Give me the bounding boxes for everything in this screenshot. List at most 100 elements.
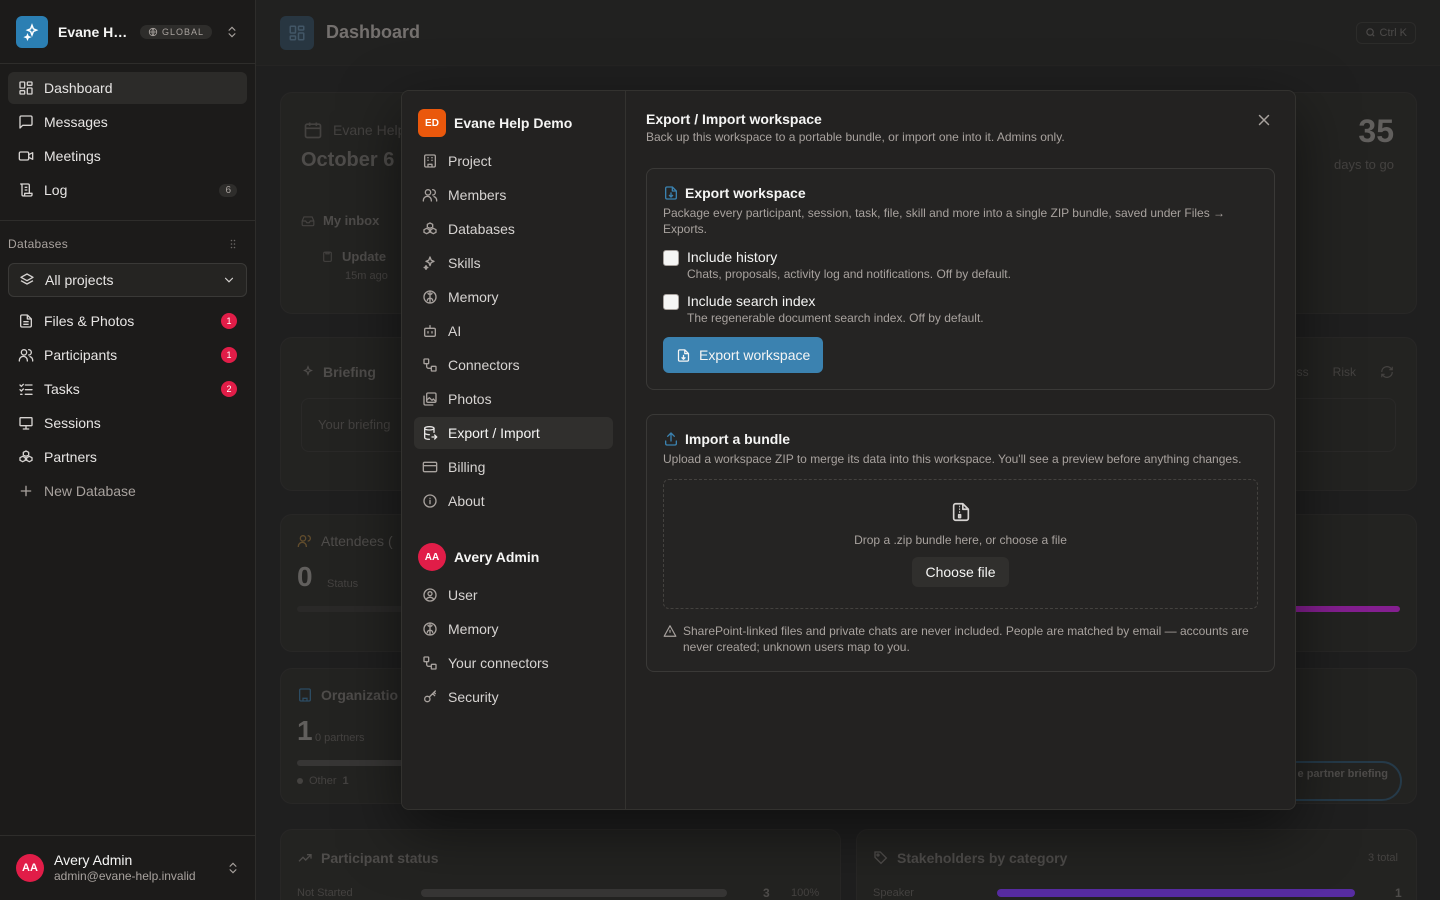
export-workspace-button[interactable]: Export workspace xyxy=(663,337,824,373)
bot-icon xyxy=(424,325,436,337)
layout-grid-icon xyxy=(19,81,33,95)
info-icon xyxy=(423,494,437,508)
brain-icon xyxy=(423,290,437,304)
workspace-switcher[interactable]: Evane Help Demo GLOBAL xyxy=(0,0,255,64)
settings-item-project[interactable]: Project xyxy=(414,145,613,177)
settings-item-photos[interactable]: Photos xyxy=(414,383,613,415)
settings-item-user-memory[interactable]: Memory xyxy=(414,613,613,645)
scroll-icon xyxy=(20,183,33,197)
choose-file-button[interactable]: Choose file xyxy=(912,557,1009,587)
db-item-partners[interactable]: Partners xyxy=(8,441,247,473)
import-description: Upload a workspace ZIP to merge its data… xyxy=(663,452,1242,466)
globe-icon xyxy=(148,27,158,36)
nav-label: Log xyxy=(44,182,68,198)
nav-item-dashboard[interactable]: Dashboard xyxy=(8,72,247,104)
settings-item-ai[interactable]: AI xyxy=(414,315,613,347)
project-select[interactable]: All projects xyxy=(8,263,247,297)
settings-item-your-connectors[interactable]: Your connectors xyxy=(414,647,613,679)
main-nav: Dashboard Messages Meetings Log 6 xyxy=(0,64,255,216)
db-item-sessions[interactable]: Sessions xyxy=(8,407,247,439)
warning-icon xyxy=(663,625,677,637)
workflow-icon xyxy=(423,656,437,670)
nav-item-log[interactable]: Log 6 xyxy=(8,174,247,206)
nav-item-meetings[interactable]: Meetings xyxy=(8,140,247,172)
video-icon xyxy=(18,151,34,161)
db-item-tasks[interactable]: Tasks 2 xyxy=(8,373,247,405)
db-item-participants[interactable]: Participants 1 xyxy=(8,339,247,371)
settings-item-about[interactable]: About xyxy=(414,485,613,517)
user-name: Avery Admin xyxy=(54,852,133,869)
new-database-button[interactable]: New Database xyxy=(8,475,247,507)
key-icon xyxy=(424,690,436,703)
nav-item-messages[interactable]: Messages xyxy=(8,106,247,138)
project-select-value: All projects xyxy=(45,272,114,288)
include-history-label[interactable]: Include history xyxy=(687,249,1011,265)
databases-section-label: Databases xyxy=(0,225,255,259)
layers-icon xyxy=(20,273,34,285)
settings-item-connectors[interactable]: Connectors xyxy=(414,349,613,381)
workspace-logo-icon xyxy=(16,15,48,48)
credit-card-icon xyxy=(422,461,438,473)
export-title: Export workspace xyxy=(663,185,1258,201)
include-search-index-option: Include search index The regenerable doc… xyxy=(663,293,1258,325)
settings-item-members[interactable]: Members xyxy=(414,179,613,211)
include-history-checkbox[interactable] xyxy=(663,250,679,266)
dialog-title: Export / Import workspace xyxy=(646,111,822,127)
import-note: SharePoint-linked files and private chat… xyxy=(663,623,1258,655)
global-badge: GLOBAL xyxy=(140,24,213,39)
images-icon xyxy=(423,392,437,406)
db-item-label: Partners xyxy=(44,449,97,465)
db-item-label: Tasks xyxy=(44,381,80,397)
user-info: Avery Admin admin@evane-help.invalid xyxy=(54,851,196,885)
settings-modal: ED Evane Help Demo Project Members Datab… xyxy=(401,90,1296,810)
brain-icon xyxy=(423,622,437,636)
boxes-icon xyxy=(19,450,33,463)
nav-label: Messages xyxy=(44,114,108,130)
file-export-icon xyxy=(665,186,677,200)
include-search-index-checkbox[interactable] xyxy=(663,294,679,310)
database-export-icon xyxy=(424,426,438,440)
chevrons-up-down-icon xyxy=(229,862,237,874)
file-dropzone[interactable]: Drop a .zip bundle here, or choose a fil… xyxy=(663,479,1258,609)
boxes-icon xyxy=(423,222,437,235)
settings-nav: ED Evane Help Demo Project Members Datab… xyxy=(402,91,626,809)
database-nav: Files & Photos 1 Participants 1 Tasks 2 … xyxy=(0,305,255,517)
building-icon xyxy=(424,154,436,168)
sidebar: Evane Help Demo GLOBAL Dashboard Message… xyxy=(0,0,256,900)
notification-badge: 2 xyxy=(221,381,237,397)
workspace-avatar: ED xyxy=(418,109,446,137)
file-text-icon xyxy=(20,314,32,328)
users-icon xyxy=(18,349,34,362)
settings-item-databases[interactable]: Databases xyxy=(414,213,613,245)
settings-item-export-import[interactable]: Export / Import xyxy=(414,417,613,449)
user-menu[interactable]: AA Avery Admin admin@evane-help.invalid xyxy=(0,835,256,900)
nav-label: Meetings xyxy=(44,148,101,164)
db-item-label: Sessions xyxy=(44,415,101,431)
workspace-name: Evane Help Demo xyxy=(58,23,134,40)
include-search-index-label[interactable]: Include search index xyxy=(687,293,984,309)
message-square-icon xyxy=(19,115,33,129)
settings-workspace-header: ED Evane Help Demo xyxy=(414,107,613,139)
file-archive-icon xyxy=(952,502,969,522)
presentation-icon xyxy=(19,417,33,430)
settings-item-security[interactable]: Security xyxy=(414,681,613,713)
settings-content: Export / Import workspace Back up this w… xyxy=(626,91,1295,809)
close-icon[interactable] xyxy=(1255,111,1273,129)
log-count-badge: 6 xyxy=(219,183,237,197)
db-item-label: Participants xyxy=(44,347,118,363)
settings-item-user[interactable]: User xyxy=(414,579,613,611)
chevrons-up-down-icon[interactable] xyxy=(225,25,239,39)
nav-label: Dashboard xyxy=(44,80,113,96)
list-checks-icon xyxy=(19,383,33,395)
settings-item-billing[interactable]: Billing xyxy=(414,451,613,483)
user-email: admin@evane-help.invalid xyxy=(54,869,196,884)
export-panel: Export workspace Package every participa… xyxy=(646,168,1275,390)
settings-item-memory[interactable]: Memory xyxy=(414,281,613,313)
grip-icon[interactable] xyxy=(227,238,239,250)
db-item-files-photos[interactable]: Files & Photos 1 xyxy=(8,305,247,337)
settings-item-skills[interactable]: Skills xyxy=(414,247,613,279)
include-search-index-description: The regenerable document search index. O… xyxy=(687,311,984,325)
avatar: AA xyxy=(418,543,446,571)
include-history-option: Include history Chats, proposals, activi… xyxy=(663,249,1258,281)
new-database-label: New Database xyxy=(44,483,136,499)
